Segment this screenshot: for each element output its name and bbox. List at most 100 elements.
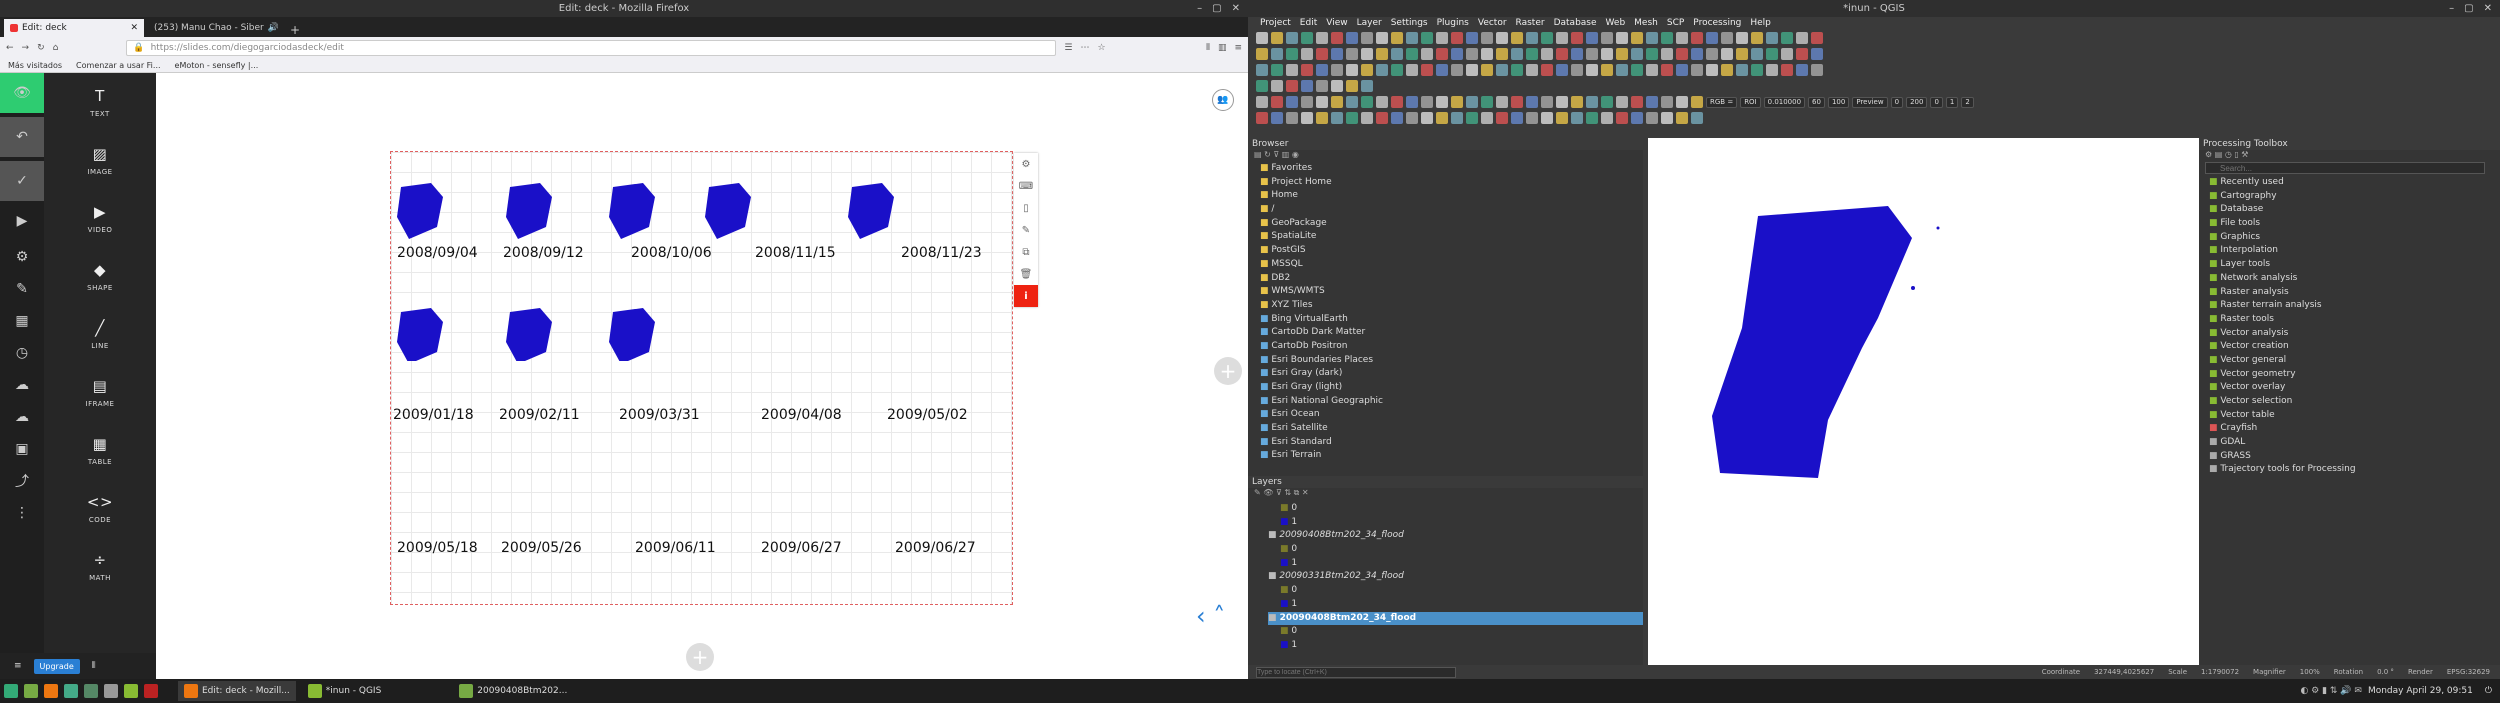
tool-icon[interactable] <box>1421 32 1433 44</box>
scale-value[interactable]: 1:1790072 <box>2201 668 2239 676</box>
tool-icon[interactable] <box>1496 64 1508 76</box>
tool-icon[interactable] <box>1376 96 1388 108</box>
collaborators-icon[interactable]: 👥 <box>1212 89 1234 111</box>
tool-icon[interactable] <box>1541 96 1553 108</box>
navigate-arrows-icon[interactable]: ‹ ˄ <box>1196 604 1225 628</box>
play-icon[interactable]: ▶ <box>0 201 44 241</box>
date-label[interactable]: 2009/06/27 <box>761 540 842 556</box>
flood-map-thumbnail[interactable] <box>497 277 577 361</box>
tree-item[interactable]: ■ Raster terrain analysis <box>2209 299 2500 313</box>
tree-item[interactable]: ■ Esri Boundaries Places <box>1260 354 1643 368</box>
tool-icon[interactable] <box>1466 48 1478 60</box>
tool-icon[interactable] <box>1796 48 1808 60</box>
tree-item[interactable]: ■ Database <box>2209 203 2500 217</box>
scp-max-field[interactable]: 100 <box>1827 96 1850 108</box>
tool-icon[interactable] <box>1256 96 1268 108</box>
scp-preview-field[interactable]: Preview <box>1852 96 1888 108</box>
clock[interactable]: Monday April 29, 09:51 <box>2368 686 2473 696</box>
map-canvas[interactable] <box>1648 138 2199 679</box>
tool-icon[interactable] <box>1586 112 1598 124</box>
date-label[interactable]: 2009/06/27 <box>895 540 976 556</box>
toolbox-toolbar[interactable]: ⚙ ▤ ◷ ▯ ⚒ <box>2199 150 2500 162</box>
trash-icon[interactable]: 🗑 <box>1014 263 1038 285</box>
tree-item[interactable]: ■ MSSQL <box>1260 258 1643 272</box>
tool-icon[interactable] <box>1526 64 1538 76</box>
tool-icon[interactable] <box>1301 80 1313 92</box>
tool-icon[interactable] <box>1646 112 1658 124</box>
tool-icon[interactable] <box>1316 64 1328 76</box>
layer-item[interactable]: ■ 1 <box>1268 639 1643 653</box>
tool-icon[interactable] <box>1361 48 1373 60</box>
layer-item[interactable]: ■ 0 <box>1268 543 1643 557</box>
tool-icon[interactable] <box>1361 112 1373 124</box>
tree-item[interactable]: ■ Interpolation <box>2209 244 2500 258</box>
tool-icon[interactable] <box>1331 64 1343 76</box>
tool-icon[interactable] <box>1511 48 1523 60</box>
tool-icon[interactable] <box>1676 32 1688 44</box>
copy-icon[interactable]: ⧉ <box>1014 241 1038 263</box>
tool-icon[interactable] <box>1691 112 1703 124</box>
power-icon[interactable]: ⏻ <box>2485 686 2492 696</box>
add-slide-right-button[interactable]: + <box>1214 357 1242 385</box>
tool-icon[interactable] <box>1436 112 1448 124</box>
tool-icon[interactable] <box>1421 112 1433 124</box>
tree-item[interactable]: ■ Crayfish <box>2209 422 2500 436</box>
tool-icon[interactable] <box>1661 64 1673 76</box>
tool-icon[interactable] <box>1511 32 1523 44</box>
tool-icon[interactable] <box>1721 32 1733 44</box>
tool-icon[interactable] <box>1391 64 1403 76</box>
tool-icon[interactable] <box>1271 64 1283 76</box>
tool-icon[interactable] <box>1376 64 1388 76</box>
tree-item[interactable]: ■ Vector overlay <box>2209 381 2500 395</box>
date-label[interactable]: 2009/01/18 <box>393 407 474 423</box>
tool-icon[interactable] <box>1511 96 1523 108</box>
tool-icon[interactable] <box>1256 64 1268 76</box>
url-bar[interactable]: 🔒 https://slides.com/diegogarciodasdeck/e… <box>126 40 1057 56</box>
locate-input[interactable] <box>1256 666 1456 678</box>
tool-icon[interactable] <box>1331 48 1343 60</box>
tool-icon[interactable] <box>1301 48 1313 60</box>
tree-item[interactable]: ■ Graphics <box>2209 231 2500 245</box>
tool-icon[interactable] <box>1481 112 1493 124</box>
tool-icon[interactable] <box>1391 32 1403 44</box>
tool-icon[interactable] <box>1646 48 1658 60</box>
more-vertical-icon[interactable]: ⋮ <box>0 497 44 529</box>
book-icon[interactable]: ▯ <box>1014 197 1038 219</box>
firefox-launcher-icon[interactable] <box>44 684 58 698</box>
tool-icon[interactable] <box>1571 48 1583 60</box>
tool-icon[interactable] <box>1406 96 1418 108</box>
tool-icon[interactable] <box>1586 64 1598 76</box>
scp-roi-field[interactable]: ROI <box>1740 96 1761 108</box>
flood-map-thumbnail[interactable] <box>497 157 577 241</box>
tool-icon[interactable] <box>1781 64 1793 76</box>
window-controls[interactable]: – ▢ ✕ <box>2449 0 2492 17</box>
scp-v1-field[interactable]: 0 <box>1890 96 1904 108</box>
tool-icon[interactable] <box>1691 96 1703 108</box>
tool-icon[interactable] <box>1556 96 1568 108</box>
tool-icon[interactable] <box>1421 64 1433 76</box>
reload-icon[interactable]: ↻ <box>37 43 45 53</box>
tool-icon[interactable] <box>1301 96 1313 108</box>
tool-icon[interactable] <box>1286 96 1298 108</box>
tree-item[interactable]: ■ Esri Satellite <box>1260 422 1643 436</box>
tool-icon[interactable] <box>1796 32 1808 44</box>
layer-item[interactable]: ■ 20090408Btm202_34_flood <box>1268 611 1643 626</box>
menu-item[interactable]: Edit <box>1300 17 1317 30</box>
tool-icon[interactable] <box>1571 32 1583 44</box>
tool-icon[interactable] <box>1316 80 1328 92</box>
undo-icon[interactable]: ↶ <box>0 117 44 157</box>
tool-icon[interactable] <box>1526 32 1538 44</box>
layer-item[interactable]: ■ 0 <box>1268 584 1643 598</box>
tree-item[interactable]: ■ Layer tools <box>2209 258 2500 272</box>
folder-launcher-icon[interactable] <box>84 684 98 698</box>
tool-icon[interactable] <box>1661 32 1673 44</box>
tool-icon[interactable] <box>1406 64 1418 76</box>
tool-icon[interactable] <box>1496 112 1508 124</box>
tool-icon[interactable] <box>1766 48 1778 60</box>
tool-icon[interactable] <box>1526 48 1538 60</box>
filezilla-launcher-icon[interactable] <box>144 684 158 698</box>
grid-icon[interactable]: ⦀ <box>92 661 96 671</box>
tool-icon[interactable] <box>1751 48 1763 60</box>
preview-eye-icon[interactable]: 👁 <box>0 73 44 113</box>
flood-map-thumbnail[interactable] <box>837 157 917 241</box>
